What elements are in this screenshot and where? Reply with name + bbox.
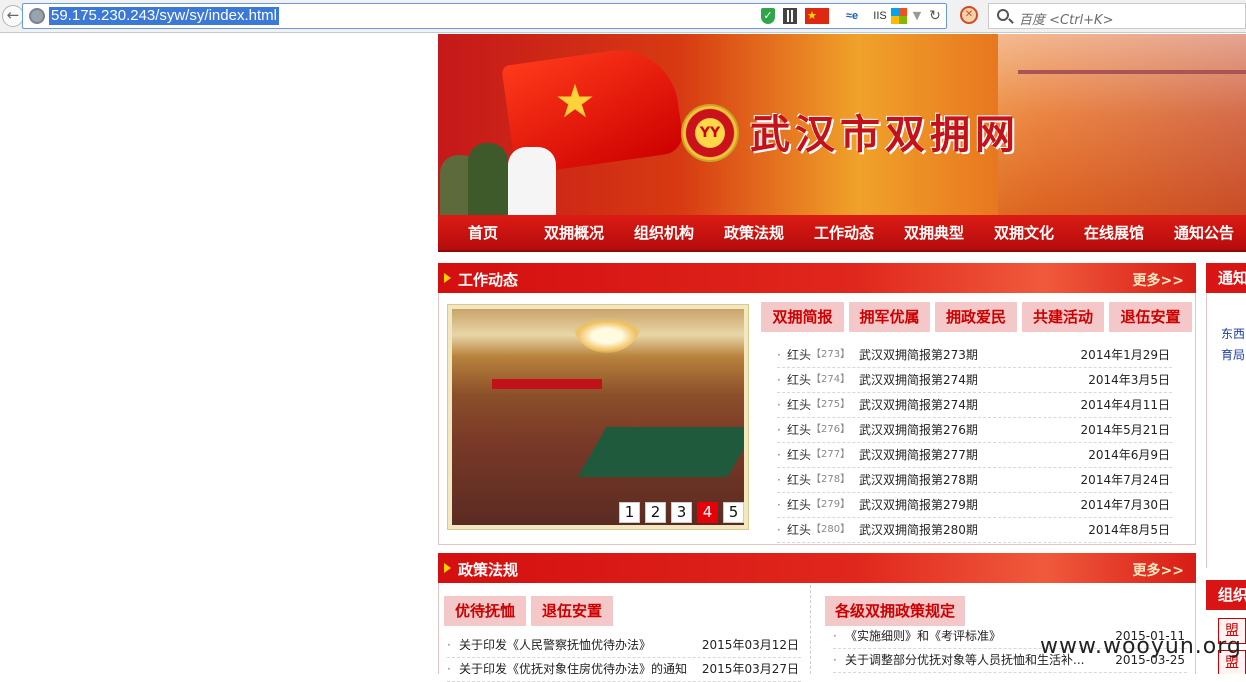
notice-link[interactable]: 东西 — [1221, 325, 1245, 342]
work-news-header: 工作动态 更多>> — [438, 263, 1196, 293]
nav-item-work-news[interactable]: 工作动态 — [804, 215, 884, 252]
meeting-banner-image — [492, 379, 602, 389]
nav-item-culture[interactable]: 双拥文化 — [984, 215, 1064, 252]
pager-1[interactable]: 1 — [619, 502, 640, 523]
chandelier-image — [572, 319, 642, 353]
pager-4[interactable]: 4 — [697, 502, 718, 523]
browser-toolbar: ← 59.175.230.243/syw/sy/index.html ✓ ★ ≈… — [0, 0, 1246, 33]
search-icon — [997, 9, 1009, 21]
nav-item-notices[interactable]: 通知公告 — [1164, 215, 1244, 252]
news-item[interactable]: · 红头 【279】 武汉双拥简报第279期 2014年7月30日 — [777, 493, 1172, 518]
nav-item-overview[interactable]: 双拥概况 — [534, 215, 614, 252]
watermark: www.wooyun.org — [1040, 634, 1242, 659]
tab-briefing[interactable]: 双拥简报 — [761, 302, 844, 332]
tab-support-army[interactable]: 拥军优属 — [849, 302, 930, 332]
iis-icon[interactable]: IIS — [869, 8, 891, 24]
organization-header: 组织 — [1206, 580, 1246, 610]
address-bar[interactable]: 59.175.230.243/syw/sy/index.html ✓ ★ ≈e … — [22, 3, 947, 29]
more-link[interactable]: 更多>> — [1133, 560, 1184, 580]
tab-support-gov[interactable]: 拥政爱民 — [935, 302, 1017, 332]
section-title: 政策法规 — [458, 561, 519, 579]
section-title: 工作动态 — [458, 271, 519, 289]
back-icon[interactable]: ← — [2, 5, 24, 27]
site-banner: ★ YY 武汉市双拥网 — [438, 34, 1246, 215]
news-item[interactable]: · 红头 【275】 武汉双拥简报第274期 2014年4月11日 — [777, 393, 1172, 418]
meeting-photo[interactable]: 1 2 3 4 5 — [452, 309, 744, 525]
tab-veteran-placement[interactable]: 退伍安置 — [1109, 302, 1192, 332]
pager-5[interactable]: 5 — [723, 502, 744, 523]
notices-panel: 东西 育局 — [1206, 293, 1246, 568]
tab-preferential[interactable]: 优待抚恤 — [444, 596, 526, 626]
news-item[interactable]: · 红头 【276】 武汉双拥简报第276期 2014年5月21日 — [777, 418, 1172, 443]
policy-header: 政策法规 更多>> — [438, 553, 1196, 583]
city-scene — [998, 34, 1246, 215]
policy-item[interactable]: · 关于印发《优抚对象住房优待办法》的通知 2015年03月27日 — [447, 658, 801, 682]
nav-item-home[interactable]: 首页 — [448, 215, 518, 252]
notices-header: 通知 — [1206, 263, 1246, 293]
arrow-icon — [444, 273, 451, 283]
notice-link[interactable]: 育局 — [1221, 346, 1245, 363]
main-nav: 首页 双拥概况 组织机构 政策法规 工作动态 双拥典型 双拥文化 在线展馆 通知… — [438, 215, 1246, 252]
reload-icon[interactable]: ↻ — [927, 8, 943, 24]
policy-item[interactable]: · 关于印发《人民警察抚恤优待办法》 2015年03月12日 — [447, 634, 801, 658]
tab-joint-activities[interactable]: 共建活动 — [1022, 302, 1104, 332]
nav-item-organization[interactable]: 组织机构 — [624, 215, 704, 252]
column-divider — [810, 585, 811, 674]
tab-policy-rules[interactable]: 各级双拥政策规定 — [825, 596, 965, 626]
url-text[interactable]: 59.175.230.243/syw/sy/index.html — [49, 7, 279, 25]
nav-item-models[interactable]: 双拥典型 — [894, 215, 974, 252]
policy-panel: 优待抚恤 退伍安置 各级双拥政策规定 · 关于印发《人民警察抚恤优待办法》 2015… — [438, 583, 1196, 682]
pager-3[interactable]: 3 — [671, 502, 692, 523]
arrow-icon — [444, 563, 451, 573]
bridge-image — [1018, 70, 1246, 74]
news-item[interactable]: · 红头 【280】 武汉双拥简报第280期 2014年8月5日 — [777, 518, 1172, 543]
nav-item-policy[interactable]: 政策法规 — [714, 215, 794, 252]
qr-code-icon[interactable] — [783, 8, 797, 24]
meeting-table-image — [577, 427, 744, 477]
tab-veteran-placement[interactable]: 退伍安置 — [531, 596, 613, 626]
right-column: 通知 东西 育局 组织 盟 盟 — [1206, 263, 1246, 674]
search-input[interactable]: 百度 <Ctrl+K> — [988, 3, 1246, 29]
work-news-panel: 1 2 3 4 5 双拥简报 拥军优属 拥政爱民 共建活动 退伍安置 · 红头 【2… — [438, 293, 1196, 545]
photo-slideshow[interactable]: 1 2 3 4 5 — [447, 304, 749, 530]
ie-icon[interactable]: ≈e — [837, 8, 867, 24]
globe-icon — [29, 8, 45, 24]
soldiers-image — [438, 114, 588, 215]
dropdown-icon[interactable]: ▼ — [911, 8, 923, 24]
news-item[interactable]: · 红头 【273】 武汉双拥简报第273期 2014年1月29日 — [777, 343, 1172, 368]
search-placeholder: 百度 <Ctrl+K> — [1019, 13, 1114, 28]
news-item[interactable]: · 红头 【277】 武汉双拥简报第277期 2014年6月9日 — [777, 443, 1172, 468]
shield-icon[interactable]: ✓ — [761, 8, 775, 24]
more-link[interactable]: 更多>> — [1133, 270, 1184, 290]
web-page: ★ YY 武汉市双拥网 首页 双拥概况 组织机构 政策法规 工作动态 双拥典型 … — [438, 34, 1246, 682]
nav-item-exhibition[interactable]: 在线展馆 — [1074, 215, 1154, 252]
news-item[interactable]: · 红头 【274】 武汉双拥简报第274期 2014年3月5日 — [777, 368, 1172, 393]
china-flag-icon[interactable]: ★ — [805, 8, 829, 24]
pager-2[interactable]: 2 — [645, 502, 666, 523]
extension-icon[interactable]: ✕ — [960, 6, 978, 24]
windows-icon[interactable] — [891, 8, 907, 24]
site-title: 武汉市双拥网 — [750, 111, 1020, 158]
site-emblem: YY — [681, 104, 739, 162]
news-item[interactable]: · 红头 【278】 武汉双拥简报第278期 2014年7月24日 — [777, 468, 1172, 493]
